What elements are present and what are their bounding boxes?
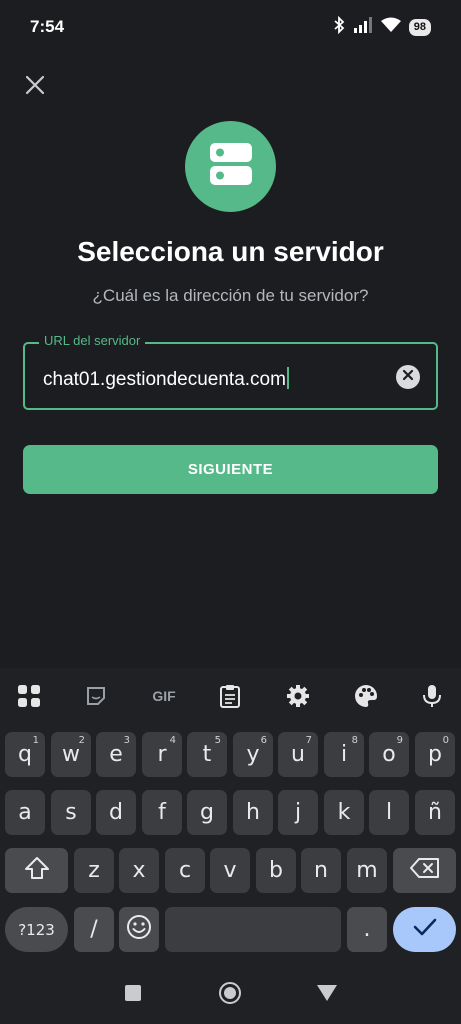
shift-icon: [24, 856, 50, 886]
key-hint: 0: [442, 735, 449, 746]
keyboard-toolbar: GIF: [0, 668, 461, 724]
key-label: y: [246, 742, 260, 767]
symbols-key[interactable]: ?123: [5, 907, 68, 952]
key-p[interactable]: p0: [415, 732, 455, 777]
gif-icon[interactable]: GIF: [148, 682, 180, 710]
slash-key[interactable]: /: [74, 907, 114, 952]
close-button[interactable]: [18, 70, 52, 104]
wifi-icon: [380, 17, 401, 38]
navigation-bar: [0, 965, 461, 1024]
apps-grid-icon[interactable]: [15, 682, 43, 710]
key-hint: 8: [351, 735, 358, 746]
status-bar: 7:54 98: [0, 0, 461, 56]
page-subtitle: ¿Cuál es la dirección de tu servidor?: [92, 286, 369, 305]
server-url-field[interactable]: URL del servidor chat01.gestiondecuenta.…: [23, 333, 438, 410]
key-a[interactable]: a: [5, 790, 45, 835]
key-z[interactable]: z: [74, 848, 114, 893]
space-key[interactable]: [165, 907, 341, 952]
key-m[interactable]: m: [347, 848, 387, 893]
emoji-key[interactable]: [119, 907, 159, 952]
key-y[interactable]: y6: [233, 732, 273, 777]
key-hint: 9: [396, 735, 403, 746]
settings-gear-icon[interactable]: [284, 682, 312, 710]
key-n[interactable]: n: [301, 848, 341, 893]
sticker-icon[interactable]: [82, 682, 110, 710]
key-t[interactable]: t5: [187, 732, 227, 777]
key-hint: 6: [260, 735, 267, 746]
text-cursor: [286, 367, 289, 389]
status-time: 7:54: [30, 17, 65, 36]
key-n-tilde[interactable]: ñ: [415, 790, 455, 835]
enter-key[interactable]: [393, 907, 456, 952]
key-e[interactable]: e3: [96, 732, 136, 777]
key-x[interactable]: x: [119, 848, 159, 893]
url-field-label: URL del servidor: [39, 333, 146, 348]
key-hint: 2: [78, 735, 85, 746]
backspace-key[interactable]: [393, 848, 456, 893]
microphone-icon[interactable]: [418, 682, 446, 710]
key-l[interactable]: l: [369, 790, 409, 835]
key-label: o: [382, 742, 396, 767]
close-icon: [25, 75, 45, 100]
triangle-down-icon: [316, 984, 338, 1007]
shift-key[interactable]: [5, 848, 68, 893]
key-c[interactable]: c: [165, 848, 205, 893]
key-q[interactable]: q1: [5, 732, 45, 777]
key-k[interactable]: k: [324, 790, 364, 835]
circle-icon: [218, 981, 242, 1010]
key-w[interactable]: w2: [51, 732, 91, 777]
home-button[interactable]: [218, 981, 242, 1010]
next-button[interactable]: SIGUIENTE: [23, 445, 438, 494]
palette-icon[interactable]: [352, 682, 380, 710]
key-label: e: [109, 742, 123, 767]
key-hint: 4: [169, 735, 176, 746]
key-u[interactable]: u7: [278, 732, 318, 777]
key-d[interactable]: d: [96, 790, 136, 835]
url-field-value[interactable]: chat01.gestiondecuenta.com: [43, 369, 286, 390]
key-label: p: [428, 742, 442, 767]
key-r[interactable]: r4: [142, 732, 182, 777]
key-label: w: [62, 742, 80, 767]
bluetooth-icon: [333, 15, 345, 39]
key-j[interactable]: j: [278, 790, 318, 835]
url-field-value-wrap[interactable]: chat01.gestiondecuenta.com: [43, 367, 289, 391]
server-logo: [185, 121, 276, 212]
key-s[interactable]: s: [51, 790, 91, 835]
status-icons: 98: [333, 15, 431, 39]
key-g[interactable]: g: [187, 790, 227, 835]
key-hint: 1: [32, 735, 39, 746]
key-label: t: [202, 742, 212, 767]
checkmark-icon: [413, 917, 437, 943]
clipboard-icon[interactable]: [216, 682, 244, 710]
clear-input-button[interactable]: [396, 365, 420, 389]
key-h[interactable]: h: [233, 790, 273, 835]
server-icon: [209, 142, 253, 191]
key-f[interactable]: f: [142, 790, 182, 835]
recents-button[interactable]: [121, 983, 145, 1007]
key-v[interactable]: v: [210, 848, 250, 893]
backspace-icon: [409, 857, 440, 885]
key-o[interactable]: o9: [369, 732, 409, 777]
key-label: u: [291, 742, 305, 767]
keyboard: GIF q1 w2 e3 r4 t5 y6 u7 i8 o9 p0 a s d …: [0, 668, 461, 965]
back-button[interactable]: [315, 983, 339, 1007]
key-label: r: [157, 742, 167, 767]
key-label: q: [18, 742, 32, 767]
key-label: i: [340, 742, 348, 767]
key-hint: 7: [305, 735, 312, 746]
square-icon: [124, 984, 142, 1007]
key-b[interactable]: b: [256, 848, 296, 893]
key-hint: 5: [214, 735, 221, 746]
period-key[interactable]: .: [347, 907, 387, 952]
signal-icon: [353, 17, 373, 38]
key-i[interactable]: i8: [324, 732, 364, 777]
key-hint: 3: [123, 735, 130, 746]
page-title: Selecciona un servidor: [77, 236, 384, 267]
clear-icon: [402, 368, 414, 386]
emoji-icon: [126, 914, 152, 946]
battery-indicator: 98: [408, 19, 431, 36]
